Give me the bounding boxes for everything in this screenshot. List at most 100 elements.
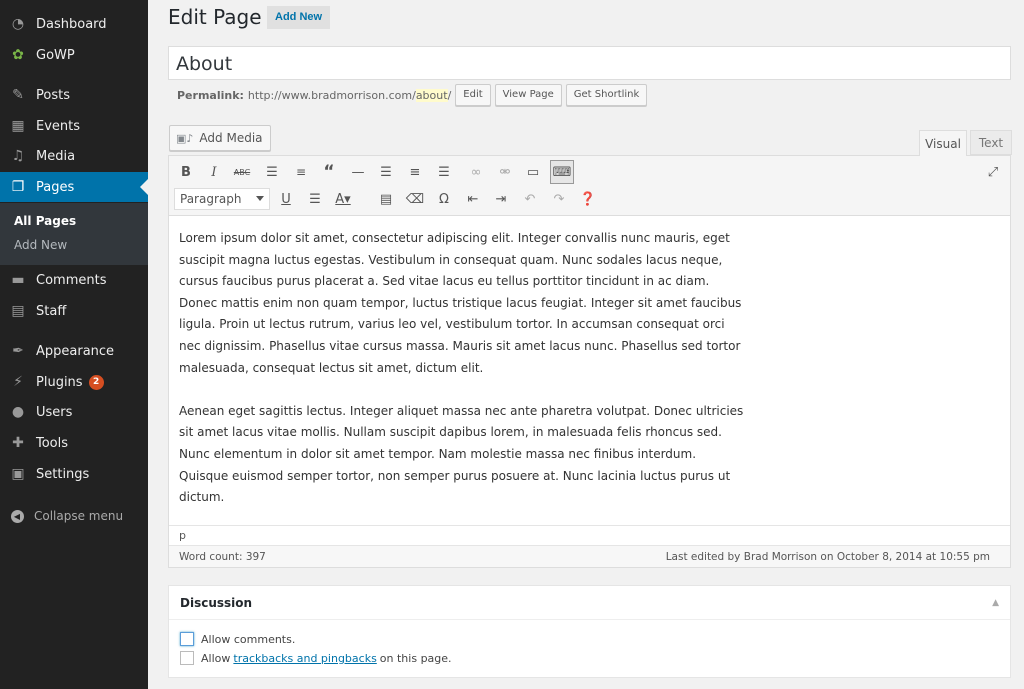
update-count-badge: 2 [88,374,104,390]
permalink-label: Permalink: [177,88,244,102]
italic-icon[interactable]: I [202,160,226,184]
tab-visual[interactable]: Visual [919,130,967,156]
pin-icon: ✎ [12,87,24,103]
bullet-list-icon[interactable]: ☰ [260,160,284,184]
settings-icon: ▣ [11,466,25,482]
permalink-row: Permalink: http://www.bradmorrison.com/a… [177,84,648,106]
toolbar-toggle-icon[interactable]: ⌨ [550,160,574,184]
content-paragraph: Lorem ipsum dolor sit amet, consectetur … [179,231,742,375]
staff-icon: ▤ [11,303,25,319]
justify-icon[interactable]: ☰ [303,187,327,211]
gowp-icon: ✿ [12,47,24,63]
outdent-icon[interactable]: ⇤ [461,187,485,211]
menu-gowp[interactable]: ✿ GoWP [0,40,148,70]
menu-staff[interactable]: ▤ Staff [0,296,148,326]
redo-icon[interactable]: ↷ [547,187,571,211]
menu-label: Posts [36,87,70,103]
submenu-add-new[interactable]: Add New [14,238,67,252]
allow-pings-row: Allow trackbacks and pingbacks on this p… [180,651,452,665]
unlink-icon[interactable]: ⚮ [493,160,517,184]
bold-icon[interactable]: B [174,160,198,184]
element-path[interactable]: p [169,525,1010,545]
tools-icon: ✚ [12,435,24,451]
link-icon[interactable]: ∞ [464,160,488,184]
menu-media[interactable]: ♫ Media [0,141,148,171]
comment-icon: ▬ [11,272,25,288]
allow-pings-suffix: on this page. [379,651,452,665]
menu-label: Comments [36,272,107,288]
menu-label: Dashboard [36,16,107,32]
align-right-icon[interactable]: ☰ [432,160,456,184]
special-character-icon[interactable]: Ω [432,187,456,211]
menu-label: Pages [36,179,75,195]
editor-status-bar: Word count: 397 Last edited by Brad Morr… [169,545,1010,567]
get-shortlink-button[interactable]: Get Shortlink [565,84,648,106]
indent-icon[interactable]: ⇥ [489,187,513,211]
content-editor: B I ABC ☰ ≡ “ — ☰ ≡ ☰ ∞ ⚮ ▭ ⌨ ⤢ Paragrap… [168,155,1011,568]
text-color-icon[interactable]: A▾ [331,187,355,211]
underline-icon[interactable]: U [274,187,298,211]
menu-comments[interactable]: ▬ Comments [0,265,148,295]
horizontal-line-icon[interactable]: — [346,160,370,184]
strikethrough-icon[interactable]: ABC [230,160,254,184]
allow-comments-checkbox[interactable] [180,632,194,646]
collapse-arrow-icon: ◀ [10,509,24,523]
page-title: Edit Page [168,5,262,29]
dashboard-icon: ◔ [11,16,25,32]
menu-users[interactable]: ● Users [0,397,148,427]
collapse-toggle-icon[interactable]: ▲ [992,598,999,608]
editor-toolbar: B I ABC ☰ ≡ “ — ☰ ≡ ☰ ∞ ⚮ ▭ ⌨ ⤢ Paragrap… [169,156,1010,216]
plugins-icon: ⚡ [13,374,23,390]
edit-permalink-button[interactable]: Edit [455,84,491,106]
menu-settings[interactable]: ▣ Settings [0,459,148,489]
menu-pages[interactable]: ❐ Pages [0,172,148,202]
help-icon[interactable]: ❓ [576,187,600,211]
tab-text[interactable]: Text [970,130,1012,155]
appearance-icon: ✒ [12,343,24,359]
calendar-icon: ▦ [11,118,25,134]
discussion-title: Discussion [180,595,253,610]
menu-posts[interactable]: ✎ Posts [0,80,148,110]
permalink-slug[interactable]: about [415,88,448,102]
editor-content[interactable]: Lorem ipsum dolor sit amet, consectetur … [179,228,749,530]
align-center-icon[interactable]: ≡ [403,160,427,184]
title-input[interactable]: About [168,46,1011,80]
add-new-button[interactable]: Add New [267,6,331,29]
paste-text-icon[interactable]: ▤ [374,187,398,211]
menu-label: Tools [36,435,69,451]
discussion-header[interactable]: Discussion ▲ [169,586,1010,620]
allow-comments-label: Allow comments. [201,632,296,646]
chevron-down-icon [256,196,264,201]
media-icon: ▣♪ [176,131,194,145]
submenu-all-pages[interactable]: All Pages [14,214,76,228]
menu-label: Users [36,404,73,420]
pages-submenu: All Pages Add New [0,203,148,265]
add-media-button[interactable]: ▣♪ Add Media [169,125,271,151]
menu-label: GoWP [36,47,75,63]
clear-formatting-icon[interactable]: ⌫ [403,187,427,211]
collapse-menu-button[interactable]: ◀ Collapse menu [0,505,148,527]
permalink-url-prefix: http://www.bradmorrison.com/ [247,88,416,102]
trackbacks-link[interactable]: trackbacks and pingbacks [233,652,376,665]
fullscreen-icon[interactable]: ⤢ [981,160,1005,184]
view-page-button[interactable]: View Page [494,84,562,106]
undo-icon[interactable]: ↶ [518,187,542,211]
collapse-label: Collapse menu [34,509,124,523]
menu-label: Plugins [36,374,83,390]
media-icon: ♫ [11,148,25,164]
menu-dashboard[interactable]: ◔ Dashboard [0,9,148,39]
users-icon: ● [11,404,25,420]
menu-tools[interactable]: ✚ Tools [0,428,148,458]
read-more-icon[interactable]: ▭ [521,160,545,184]
align-left-icon[interactable]: ☰ [374,160,398,184]
menu-plugins[interactable]: ⚡ Plugins 2 [0,367,148,397]
blockquote-icon[interactable]: “ [317,160,341,184]
menu-events[interactable]: ▦ Events [0,111,148,141]
format-select-value: Paragraph [180,192,242,206]
allow-comments-row: Allow comments. [180,632,295,646]
allow-pings-checkbox[interactable] [180,651,194,665]
format-select[interactable]: Paragraph [174,188,270,210]
numbered-list-icon[interactable]: ≡ [289,160,313,184]
admin-sidebar: ◔ Dashboard ✿ GoWP ✎ Posts ▦ Events ♫ Me… [0,0,148,689]
menu-appearance[interactable]: ✒ Appearance [0,336,148,366]
